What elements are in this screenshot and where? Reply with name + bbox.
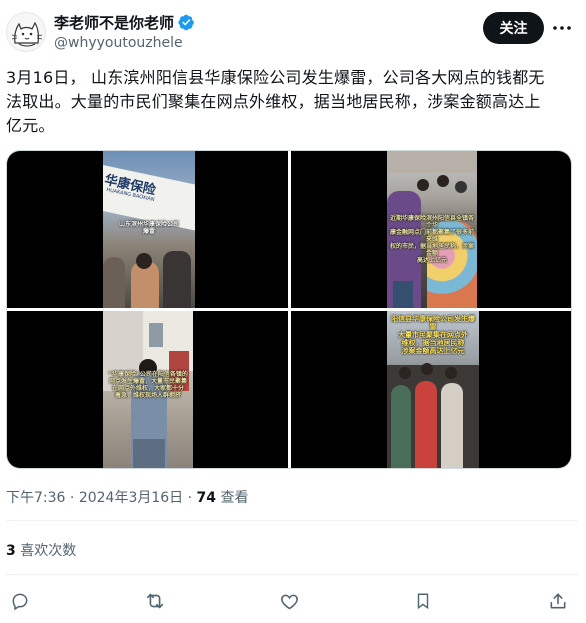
video-caption: 山东滨州华康保险公司 爆雷 [118,221,179,235]
tweet-meta: 下午7:36 · 2024年3月16日 · 74 查看 [6,487,248,507]
like-icon[interactable] [277,589,301,613]
follow-button[interactable]: 关注 [483,12,544,44]
video-caption: 阳信县华康保险公司发生爆雷 大量市民聚集在网点外 维权，据当地居民称 涉案金额高… [391,315,475,355]
video-caption: “华康保险”公司在阳信各镇的 网点发生爆雷，大量市民聚集 在网点外维权，大家都十… [108,371,188,399]
share-icon[interactable] [546,589,570,613]
verified-badge-icon [178,14,194,30]
meta-separator: · [69,490,75,506]
views-count: 74 [196,490,217,506]
tweet-text-line: 3月16日， 山东滨州阳信县华康保险公司发生爆雷，公司各大网点的钱都无 [6,68,545,87]
tweet-text-line: 亿元。 [6,116,55,135]
tweet-text: 3月16日， 山东滨州阳信县华康保险公司发生爆雷，公司各大网点的钱都无 法取出。… [6,66,578,138]
reply-icon[interactable] [8,589,32,613]
tweet-text-line: 法取出。大量的市民们聚集在网点外维权，据当地居民称，涉案金额高达上 [6,92,541,111]
author-block: 李老师不是你老师 @whyyoutouzhele [54,12,195,51]
author-handle[interactable]: @whyyoutouzhele [54,35,195,51]
meta-separator: · [187,490,193,506]
retweet-icon[interactable] [143,589,167,613]
bookmark-icon[interactable] [411,589,435,613]
action-bar [0,589,586,613]
video-thumbnail-3[interactable]: “华康保险”公司在阳信各镇的 网点发生爆雷，大量市民聚集 在网点外维权，大家都十… [7,311,288,468]
video-caption: 近期华康保险滨州阳信县全镇各个华 康金融网点门前都聚集了很多前来维 权的市民，据… [389,215,474,264]
tweet-time[interactable]: 下午7:36 [6,490,65,506]
more-horizontal-icon[interactable] [551,18,573,38]
author-name[interactable]: 李老师不是你老师 [54,12,174,33]
tweet-header: 李老师不是你老师 @whyyoutouzhele 关注 [0,0,586,62]
views-label: 查看 [220,490,249,506]
cat-doodle-icon [11,21,43,47]
likes-label: 喜欢次数 [20,543,77,559]
tweet-date[interactable]: 2024年3月16日 [79,490,183,506]
video-thumbnail-1[interactable]: 华康保险 HUAKANG BAOXIAN 山东滨州华康保险公司 爆雷 [7,151,288,308]
divider [6,520,578,521]
video-thumbnail-4[interactable]: 阳信县华康保险公司发生爆雷 大量市民聚集在网点外 维权，据当地居民称 涉案金额高… [291,311,571,468]
divider [6,574,578,575]
media-grid: 华康保险 HUAKANG BAOXIAN 山东滨州华康保险公司 爆雷 近期华康保… [6,150,572,469]
avatar[interactable] [6,12,46,52]
video-thumbnail-2[interactable]: 近期华康保险滨州阳信县全镇各个华 康金融网点门前都聚集了很多前来维 权的市民，据… [291,151,571,308]
likes-count-link[interactable]: 3 喜欢次数 [6,540,76,560]
likes-count: 3 [6,543,16,559]
